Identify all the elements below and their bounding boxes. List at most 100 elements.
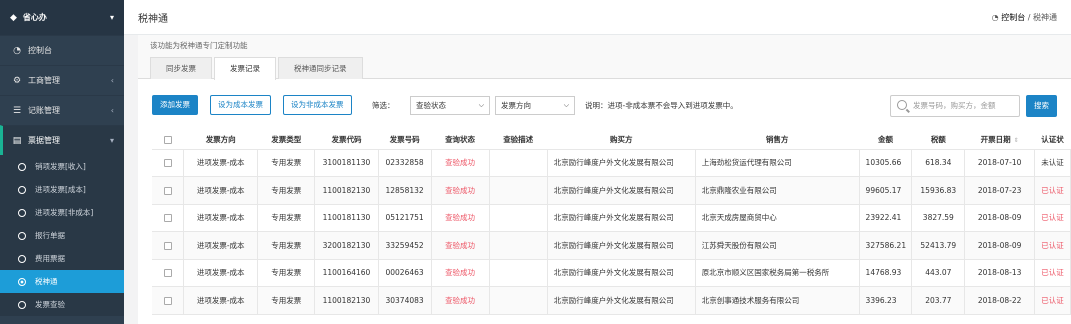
sidebar-subitem-input-noncost[interactable]: 进项发票[非成本] <box>0 201 124 224</box>
tab-bar: 同步发票 发票记录 税神通同步记录 <box>138 57 1071 80</box>
brand-bar[interactable]: ◆ 省心办 ▾ <box>0 0 124 35</box>
cell-type: 专用发票 <box>257 286 316 315</box>
sidebar-item-accounting[interactable]: ☰ 记账管理 ‹ <box>0 95 124 125</box>
cell-buyer: 北京励行峰度户外文化发展有限公司 <box>547 286 696 315</box>
cell-type: 专用发票 <box>257 259 316 287</box>
cell-seller: 北京天成房屋商贸中心 <box>695 204 860 232</box>
cell-tax: 618.34 <box>911 149 966 177</box>
subitem-label: 发票查验 <box>35 300 65 309</box>
table-row[interactable]: 进项发票-成本 专用发票 3200182130 33259452 查验成功 北京励行峰度户… <box>152 231 1071 260</box>
circle-icon <box>18 300 26 309</box>
cell-amount: 10305.66 <box>859 149 913 177</box>
direction-select[interactable]: 发票方向 ⌵ <box>495 96 575 115</box>
checkbox[interactable] <box>163 241 172 250</box>
cell-number: 00026463 <box>378 259 432 287</box>
diamond-icon: ◆ <box>10 12 17 23</box>
sort-icon[interactable]: ⇕ <box>1014 137 1019 144</box>
table-row[interactable]: 进项发票-成本 专用发票 1100182130 12858132 查验成功 北京励行峰度户… <box>152 176 1071 205</box>
tab-sync-invoices[interactable]: 同步发票 <box>150 57 212 79</box>
gear-icon: ⚙ <box>12 75 22 86</box>
sidebar-item-label: 工商管理 <box>28 76 60 85</box>
subitem-label: 销项发票[收入] <box>35 162 86 171</box>
note-text: 说明：进项-非成本票不会导入到进项发票中。 <box>585 101 738 110</box>
table-row[interactable]: 进项发票-成本 专用发票 3100181130 02332858 查验成功 北京励行峰度户… <box>152 149 1071 177</box>
sidebar-item-business[interactable]: ⚙ 工商管理 ‹ <box>0 65 124 95</box>
row-checkbox-cell[interactable] <box>152 149 185 177</box>
cell-seller: 江苏舜天股份有限公司 <box>695 231 860 260</box>
sidebar-subitem-input-cost[interactable]: 进项发票[成本] <box>0 178 124 201</box>
checkbox[interactable] <box>163 186 172 195</box>
breadcrumb-sep: / <box>1027 12 1031 22</box>
cell-direction: 进项发票-成本 <box>183 231 259 260</box>
column-header: 购买方 <box>547 130 696 150</box>
add-invoice-button[interactable]: 添加发票 <box>152 95 198 115</box>
sidebar-item-invoices[interactable]: ▤ 票据管理 ▾ <box>0 125 124 155</box>
column-header: 发票代码 <box>314 130 379 150</box>
row-checkbox-cell[interactable] <box>152 259 185 287</box>
sidebar-subitem-sales-invoice[interactable]: 销项发票[收入] <box>0 155 124 178</box>
search-button[interactable]: 搜索 <box>1026 95 1057 117</box>
row-checkbox-cell[interactable] <box>152 286 185 315</box>
breadcrumb-home[interactable]: 控制台 <box>1001 13 1025 22</box>
cell-number: 33259452 <box>378 231 432 260</box>
checkbox[interactable] <box>163 296 172 305</box>
cell-tax: 52413.79 <box>911 231 966 260</box>
row-checkbox-cell[interactable] <box>152 204 185 232</box>
chevron-down-icon: ▾ <box>109 13 114 22</box>
cell-amount: 99605.17 <box>859 176 913 205</box>
cell-code: 1100182130 <box>314 176 379 205</box>
sidebar-subitem-shuishentong[interactable]: 税神通 <box>0 270 124 293</box>
main-area: 税神通 ◔ 控制台 / 税神通 该功能为税神通专门定制功能 同步发票 发票记录 … <box>124 0 1071 324</box>
row-checkbox-cell[interactable] <box>152 231 185 260</box>
breadcrumb-current: 税神通 <box>1033 12 1057 22</box>
checkbox[interactable] <box>163 214 172 223</box>
table-row[interactable]: 进项发票-成本 专用发票 1100164160 00026463 查验成功 北京励行峰度户… <box>152 259 1071 287</box>
table-row[interactable]: 进项发票-成本 专用发票 1100181130 05121751 查验成功 北京励行峰度户… <box>152 204 1071 232</box>
invoice-table: 发票方向 发票类型 发票代码 发票号码 查询状态 查验描述 购买方 销售方 金额… <box>152 130 1071 315</box>
row-checkbox-cell[interactable] <box>152 176 185 205</box>
column-header: 发票号码 <box>378 130 431 150</box>
checkbox[interactable] <box>163 159 172 168</box>
breadcrumb: ◔ 控制台 / 税神通 <box>992 12 1057 23</box>
page-title: 税神通 <box>138 13 168 25</box>
checkbox[interactable] <box>163 269 172 278</box>
select-all-checkbox[interactable] <box>152 130 184 150</box>
cell-code: 1100182130 <box>314 286 379 315</box>
status-select[interactable]: 查验状态 ⌵ <box>410 96 490 115</box>
dashboard-icon: ◔ <box>991 12 999 22</box>
brand-name: 省心办 <box>22 13 47 22</box>
sidebar-subitem-bank-slip[interactable]: 报行单据 <box>0 224 124 247</box>
cell-cert: 未认证 <box>1034 149 1071 177</box>
tab-invoice-records[interactable]: 发票记录 <box>214 57 276 80</box>
cell-direction: 进项发票-成本 <box>183 286 259 315</box>
column-header-date[interactable]: 开票日期 ⇕ <box>964 130 1035 150</box>
cell-amount: 327586.21 <box>859 231 913 260</box>
search-input[interactable]: 发票号码，购买方，金额 <box>890 95 1020 117</box>
tab-sync-records[interactable]: 税神通同步记录 <box>278 57 363 79</box>
sidebar-item-dashboard[interactable]: ◔ 控制台 <box>0 35 124 65</box>
checkbox[interactable] <box>163 135 172 144</box>
chevron-left-icon: ‹ <box>110 76 114 85</box>
sidebar: ◆ 省心办 ▾ ◔ 控制台 ⚙ 工商管理 ‹ ☰ 记账管理 ‹ ▤ 票据管理 ▾… <box>0 0 124 324</box>
content-panel: 该功能为税神通专门定制功能 同步发票 发票记录 税神通同步记录 添加发票 设为成… <box>138 35 1071 324</box>
set-noncost-button[interactable]: 设为非成本发票 <box>283 95 352 115</box>
column-header: 税额 <box>911 130 965 150</box>
table-row[interactable]: 进项发票-成本 专用发票 1100182130 30374083 查验成功 北京励行峰度户… <box>152 286 1071 315</box>
sidebar-subitem-invoice-check[interactable]: 发票查验 <box>0 293 124 316</box>
cell-status: 查验成功 <box>431 204 490 232</box>
set-cost-button[interactable]: 设为成本发票 <box>210 95 271 115</box>
direction-select-value: 发票方向 <box>501 101 531 110</box>
column-header: 金额 <box>859 130 912 150</box>
circle-icon <box>18 254 26 263</box>
cell-buyer: 北京励行峰度户外文化发展有限公司 <box>547 149 696 177</box>
table-header-row: 发票方向 发票类型 发票代码 发票号码 查询状态 查验描述 购买方 销售方 金额… <box>152 130 1071 150</box>
sidebar-subitem-expense[interactable]: 费用票据 <box>0 247 124 270</box>
column-header: 发票类型 <box>257 130 315 150</box>
circle-icon <box>18 185 26 194</box>
cell-tax: 3827.59 <box>911 204 966 232</box>
cell-date: 2018-08-09 <box>964 231 1035 260</box>
table-body: 进项发票-成本 专用发票 3100181130 02332858 查验成功 北京励行峰度户… <box>152 149 1071 315</box>
cell-buyer: 北京励行峰度户外文化发展有限公司 <box>547 204 696 232</box>
cell-cert: 已认证 <box>1034 231 1071 260</box>
cell-tax: 443.07 <box>911 259 966 287</box>
